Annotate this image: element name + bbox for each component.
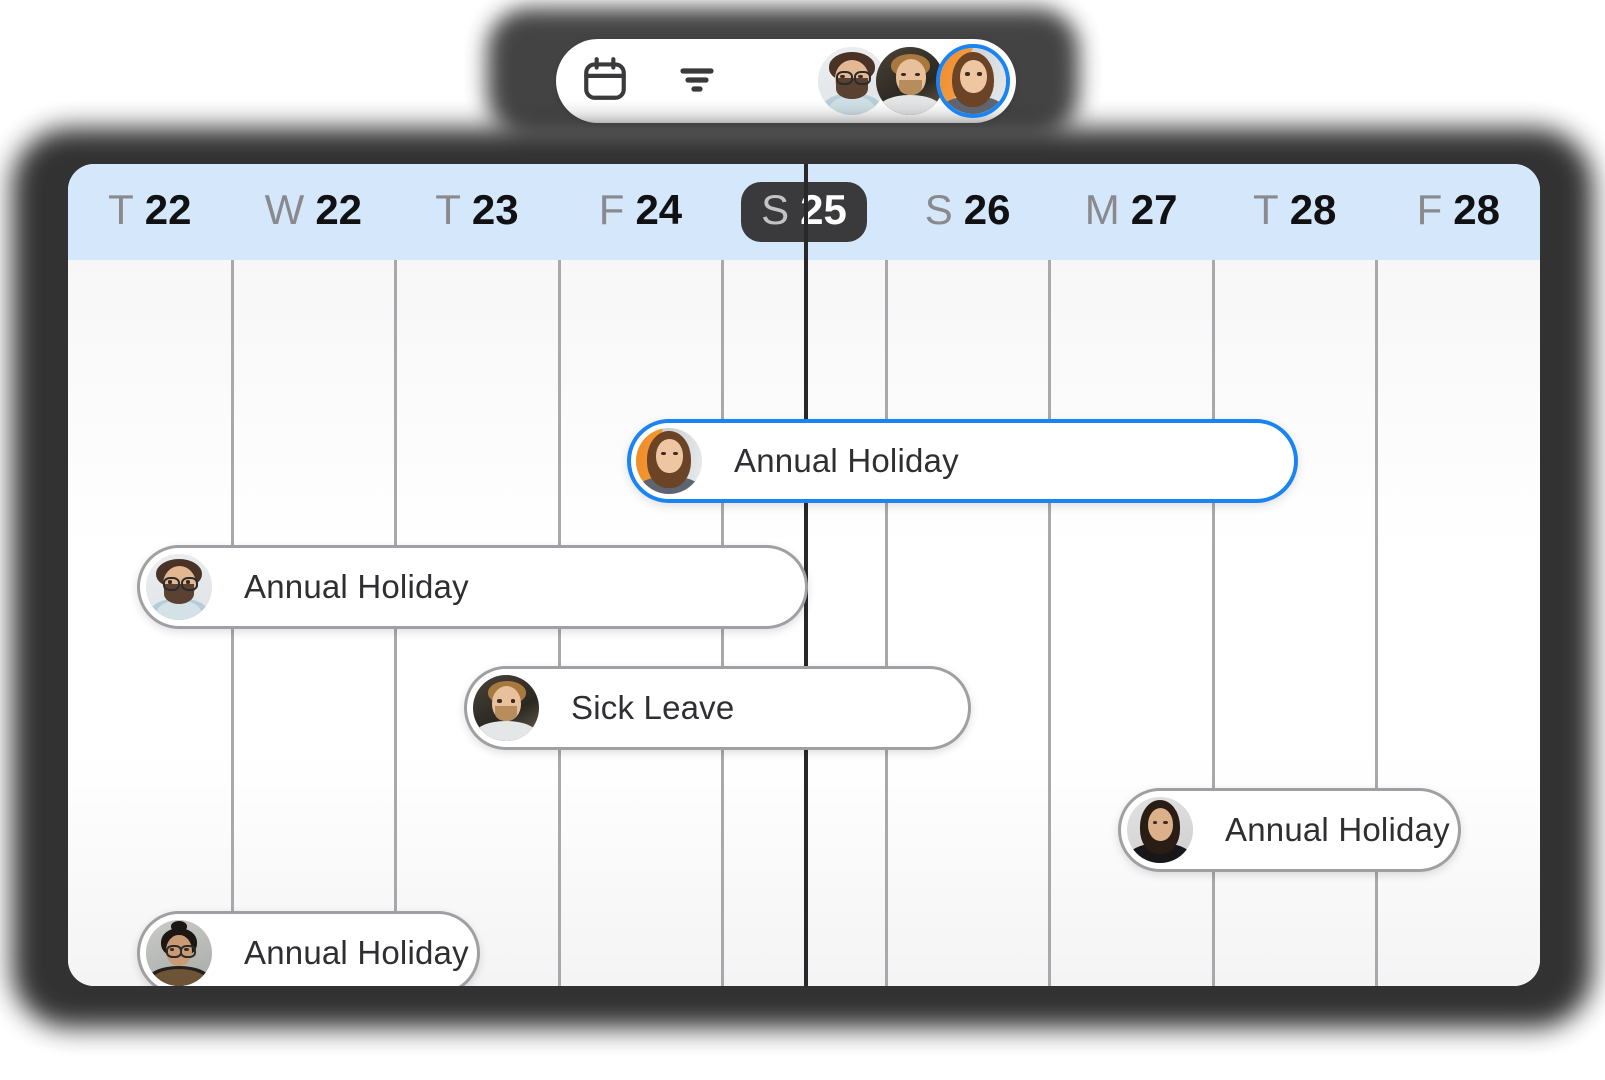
day-number-label: 22 (144, 186, 192, 233)
day-number-label: 28 (1289, 186, 1337, 233)
grid-column-divider (1212, 260, 1215, 986)
grid-column-divider (1375, 260, 1378, 986)
day-header[interactable]: T 28 (1233, 182, 1356, 242)
toolbar-avatar-2[interactable] (876, 47, 944, 115)
day-number-label: 26 (963, 186, 1011, 233)
event-avatar (636, 428, 702, 494)
day-number-label: 22 (315, 186, 363, 233)
day-column-t-28: T 28 (1213, 164, 1377, 260)
event-bar-selected[interactable]: Annual Holiday (627, 419, 1298, 503)
day-column-f-24: F 24 (559, 164, 723, 260)
calendar-grid-body: Annual Holiday Annual Holiday Sick Leave An… (68, 164, 1540, 986)
event-bar[interactable]: Sick Leave (464, 666, 971, 750)
day-column-s-26: S 26 (886, 164, 1050, 260)
avatar-portrait-icon (1127, 797, 1193, 863)
day-number-label: 23 (471, 186, 519, 233)
day-of-week-label: F (1416, 186, 1443, 233)
event-bar[interactable]: Annual Holiday (137, 911, 480, 986)
filter-button[interactable] (670, 54, 724, 108)
calendar-icon (580, 54, 630, 109)
day-of-week-label: S (924, 186, 953, 233)
day-header[interactable]: T 23 (415, 182, 538, 242)
day-number-label: 27 (1130, 186, 1178, 233)
grid-column-divider (1048, 260, 1051, 986)
day-of-week-label: W (264, 186, 305, 233)
avatar-portrait-icon (636, 428, 702, 494)
day-header[interactable]: M 27 (1065, 182, 1198, 242)
event-avatar (1127, 797, 1193, 863)
avatar-portrait-icon (146, 920, 212, 986)
avatar-blond-man (876, 47, 944, 115)
day-header[interactable]: F 28 (1397, 182, 1520, 242)
avatar-portrait-icon (146, 554, 212, 620)
day-column-t-22: T 22 (68, 164, 232, 260)
day-header[interactable]: W 22 (245, 182, 382, 242)
day-of-week-label: M (1084, 186, 1120, 233)
day-of-week-label: T (108, 186, 134, 233)
event-title-label: Annual Holiday (244, 568, 469, 605)
event-avatar (146, 554, 212, 620)
day-column-m-27: M 27 (1049, 164, 1213, 260)
event-title-label: Annual Holiday (244, 934, 469, 971)
filter-icon (673, 55, 721, 108)
event-bar[interactable]: Annual Holiday (137, 545, 808, 629)
event-avatar (146, 920, 212, 986)
avatar-portrait-icon (473, 675, 539, 741)
day-column-f-28: F 28 (1377, 164, 1541, 260)
floating-toolbar (556, 39, 1016, 123)
day-of-week-label: F (598, 186, 625, 233)
grid-column-divider (885, 260, 888, 986)
calendar-view-button[interactable] (578, 54, 632, 108)
day-header[interactable]: F 24 (579, 182, 702, 242)
event-title-label: Annual Holiday (1225, 811, 1450, 848)
day-header[interactable]: T 22 (88, 182, 211, 242)
event-avatar (473, 675, 539, 741)
day-of-week-label: T (1253, 186, 1279, 233)
calendar-card: T 22 W 22 T 23 F 24 S 25 S 26 M 27 T 28 F 28 Annual Holid… (68, 164, 1540, 986)
day-number-label: 28 (1453, 186, 1500, 233)
day-column-w-22: W 22 (232, 164, 396, 260)
toolbar-avatar-group (818, 44, 1010, 118)
day-of-week-label: S (761, 186, 790, 233)
avatar-brown-hair-woman (940, 48, 1006, 114)
event-title-label: Sick Leave (571, 689, 735, 726)
toolbar-avatar-3-selected[interactable] (936, 44, 1010, 118)
day-of-week-label: T (435, 186, 461, 233)
day-column-t-23: T 23 (395, 164, 559, 260)
day-header[interactable]: S 26 (905, 182, 1031, 242)
day-number-label: 24 (635, 186, 683, 233)
event-title-label: Annual Holiday (734, 442, 959, 479)
event-bar[interactable]: Annual Holiday (1118, 788, 1461, 872)
